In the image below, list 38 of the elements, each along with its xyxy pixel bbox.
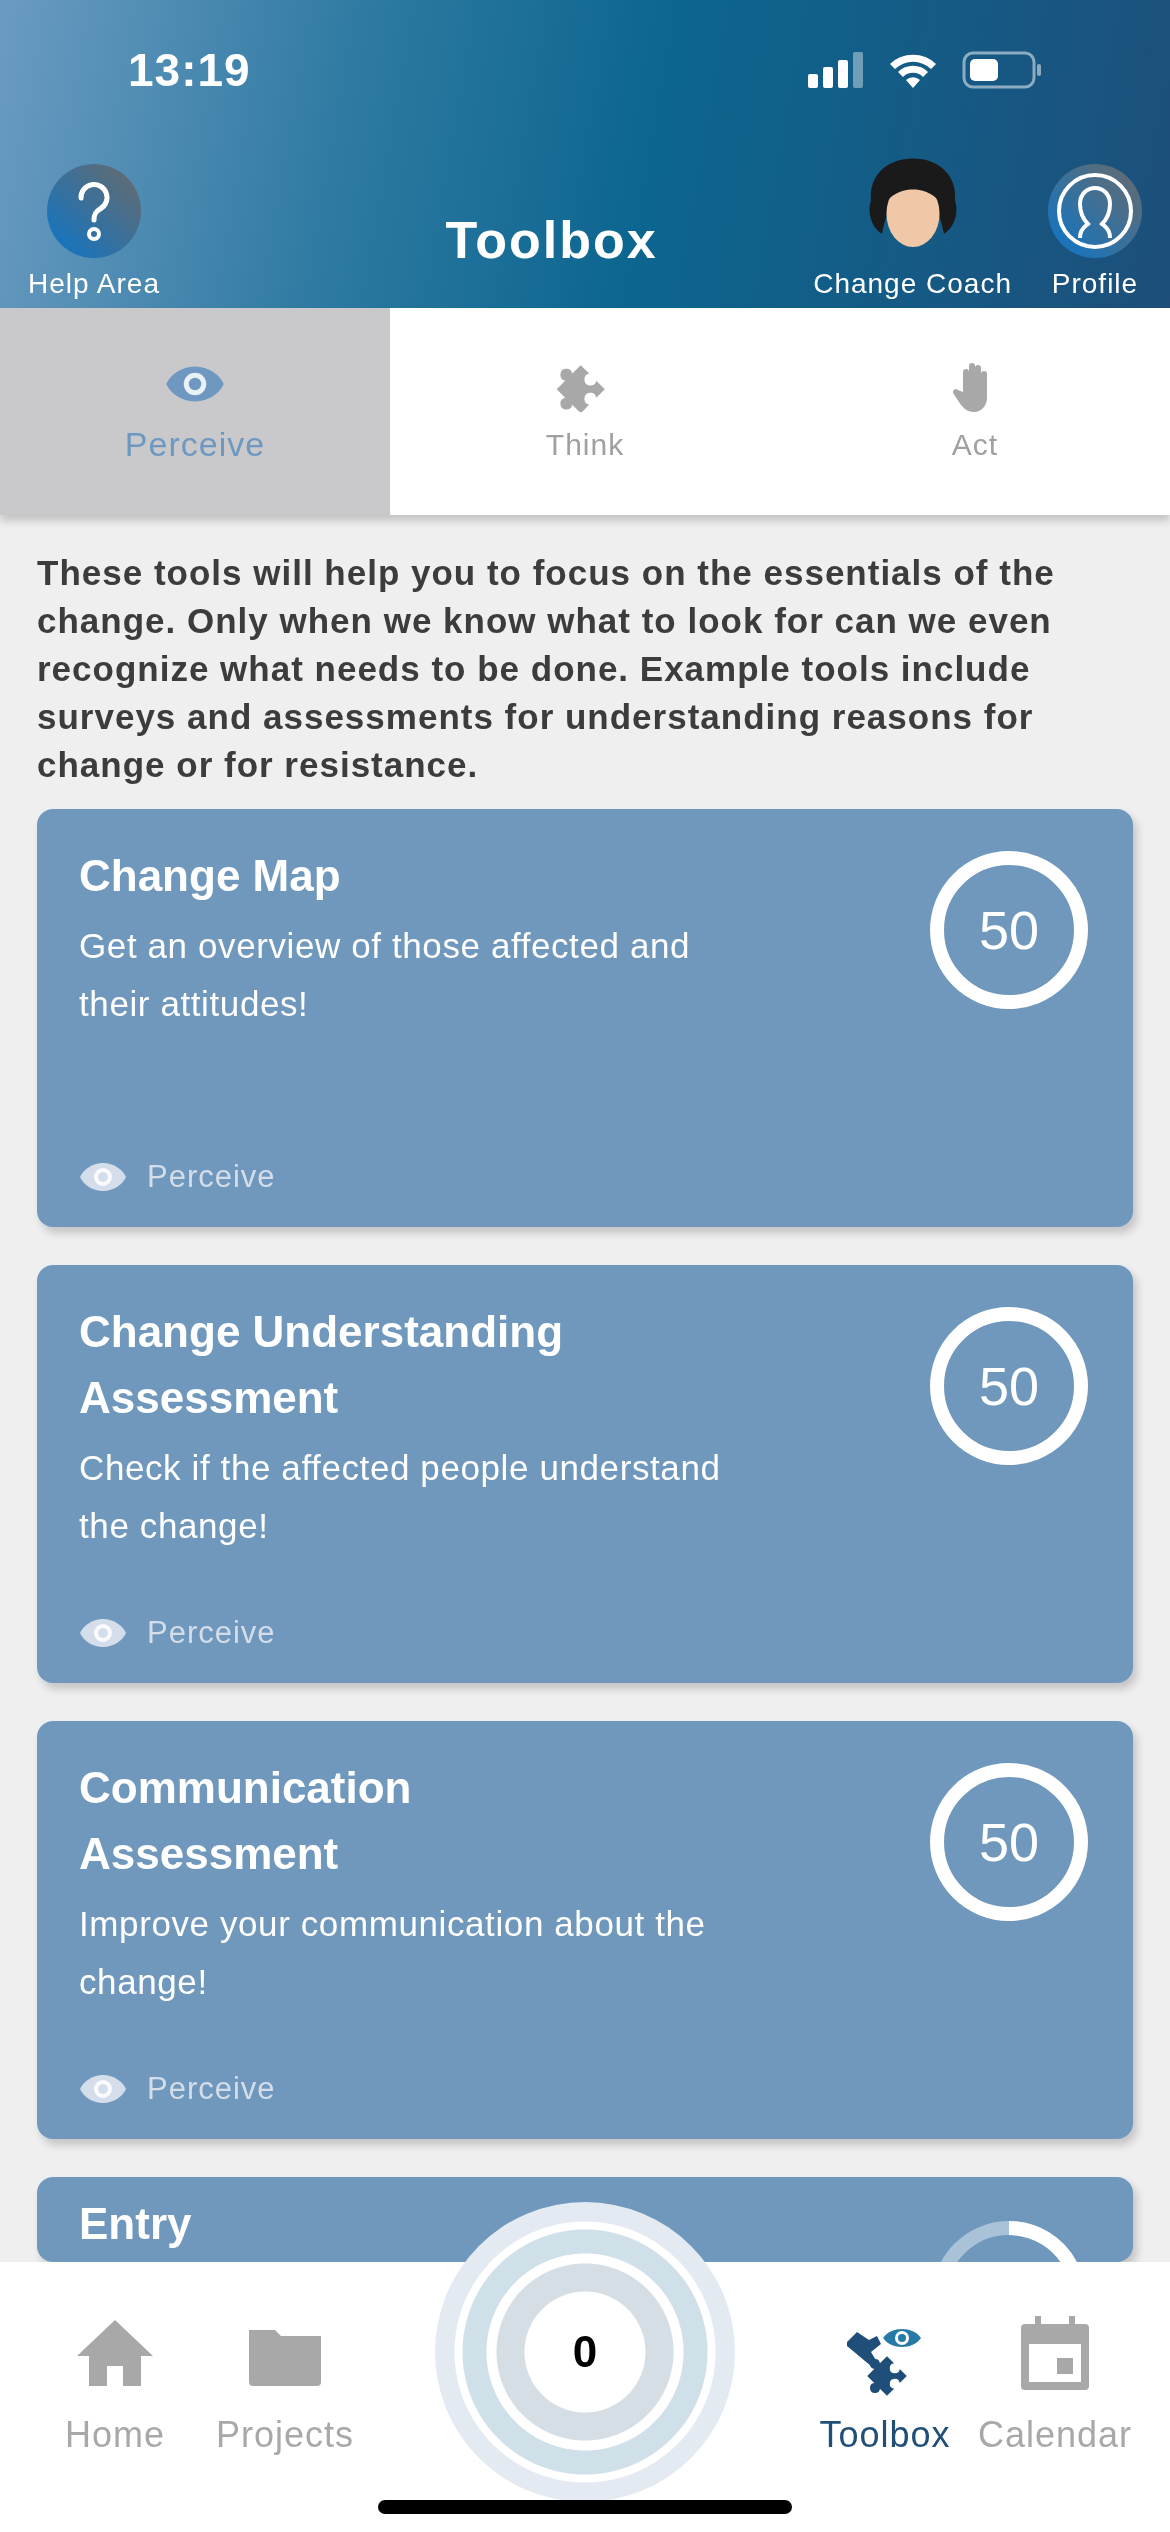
tool-card[interactable]: Change Understanding Assessment Check if the affected people understand the change! 50 Perceive — [37, 1265, 1133, 1683]
eye-icon — [79, 1162, 127, 1192]
help-icon — [47, 164, 141, 258]
signal-icon — [808, 52, 864, 88]
coach-button[interactable]: Change Coach — [813, 154, 1012, 300]
card-title: Change Map — [79, 850, 342, 902]
help-button[interactable]: Help Area — [28, 164, 160, 300]
tool-card[interactable]: Communication Assessment Improve your communication about the change! 50 Perceive — [37, 1721, 1133, 2139]
eye-icon — [79, 1618, 127, 1648]
card-description: Get an overview of those affected and their attitudes! — [79, 925, 692, 1025]
tab[interactable]: Act — [780, 308, 1170, 515]
tab[interactable]: Think — [390, 308, 780, 515]
card-title: Communication Assessment — [79, 1762, 413, 1880]
card-title: Entry — [79, 2199, 193, 2249]
tool-card[interactable]: Change Map Get an overview of those affected and their attitudes! 50 Perceive — [37, 809, 1133, 1227]
score-ring: 50 — [930, 1763, 1088, 1921]
score-ring: 50 — [930, 851, 1088, 1009]
center-count-button[interactable]: 0 — [435, 2202, 735, 2502]
card-tag: Perceive — [147, 1615, 276, 1651]
score-ring: 50 — [930, 1307, 1088, 1465]
card-description: Check if the affected people understand the change! — [79, 1447, 722, 1547]
card-tag: Perceive — [147, 1159, 276, 1195]
page-title: Toolbox — [445, 210, 658, 270]
profile-button[interactable]: Profile — [1048, 164, 1142, 300]
nav-tab[interactable]: Home — [30, 2262, 200, 2532]
wifi-icon — [888, 52, 938, 88]
intro-text: These tools will help you to focus on the essentials of the change. Only when we know what to look for can we even recognize what needs to be done. Example tools include surveys and assessments for understanding reasons for change or for resistance. — [36, 552, 1056, 786]
card-title: Change Understanding Assessment — [79, 1306, 565, 1424]
card-tag: Perceive — [147, 2071, 276, 2107]
battery-icon — [962, 51, 1042, 89]
nav-tab[interactable]: Calendar — [970, 2262, 1140, 2532]
profile-icon — [1048, 164, 1142, 258]
nav-tab[interactable]: Toolbox — [800, 2262, 970, 2532]
tab[interactable]: Perceive — [0, 308, 390, 515]
eye-icon — [79, 2074, 127, 2104]
nav-tab[interactable]: Projects — [200, 2262, 370, 2532]
status-time: 13:19 — [128, 43, 251, 97]
card-description: Improve your communication about the change! — [79, 1903, 707, 2003]
